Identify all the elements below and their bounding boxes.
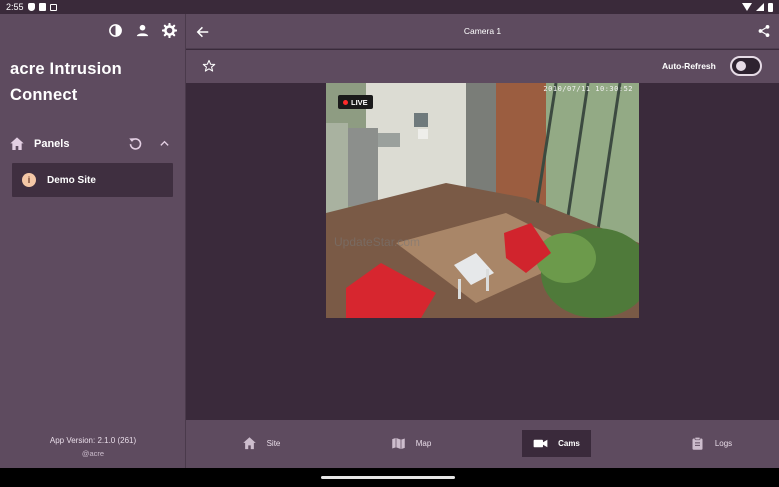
- refresh-icon[interactable]: [128, 136, 143, 151]
- camera-timestamp: 2010/07/11 10:30:52: [543, 85, 633, 93]
- home-gesture-handle[interactable]: [321, 476, 455, 479]
- share-icon[interactable]: [757, 24, 771, 38]
- status-bar: 2:55: [0, 0, 779, 14]
- nav-map[interactable]: Map: [376, 430, 446, 457]
- map-icon: [391, 437, 405, 450]
- favorite-star-icon[interactable]: [202, 59, 216, 73]
- videocam-icon: [533, 439, 548, 448]
- wifi-icon: [742, 3, 752, 11]
- site-item-label: Demo Site: [47, 174, 96, 186]
- app-handle: @acre: [81, 449, 105, 458]
- site-item-demo-site[interactable]: i Demo Site: [12, 163, 173, 197]
- nav-label: Map: [415, 439, 432, 448]
- camera-feed-image: [326, 83, 639, 318]
- toggle-knob: [736, 61, 746, 71]
- image-watermark: UpdateStar.com: [334, 235, 421, 249]
- home-icon: [242, 437, 256, 450]
- camera-toolbar: Auto-Refresh: [186, 50, 779, 83]
- settings-gear-icon[interactable]: [162, 23, 177, 38]
- nav-label: Logs: [714, 439, 733, 448]
- panels-label: Panels: [34, 138, 70, 150]
- clipboard-icon: [692, 436, 703, 450]
- app-version: App Version: 2.1.0 (261): [49, 436, 137, 445]
- page-title: Camera 1: [463, 26, 502, 36]
- home-icon: [10, 137, 24, 150]
- nav-label: Cams: [558, 439, 580, 448]
- status-time: 2:55: [6, 2, 24, 12]
- screen: 2:55 acre Intrusion Connect Panels i Dem…: [0, 0, 779, 487]
- main-content: Camera 1 Auto-Refresh 2010/07/11 10:30:5…: [186, 14, 779, 468]
- sim-status-icon: [38, 3, 46, 11]
- sidebar-actions: [108, 23, 177, 38]
- account-icon[interactable]: [135, 23, 150, 38]
- info-icon: i: [22, 173, 36, 187]
- signal-icon: [756, 3, 764, 11]
- battery-icon: [768, 2, 773, 12]
- panels-header[interactable]: Panels: [9, 134, 177, 154]
- live-dot-icon: [343, 99, 348, 105]
- system-navigation-bar: [0, 468, 779, 487]
- chevron-up-icon[interactable]: [159, 138, 170, 149]
- video-area: 2010/07/11 10:30:52 LIVE UpdateStar.com: [186, 83, 779, 420]
- shield-status-icon: [27, 3, 35, 11]
- notification-status-icon: [49, 3, 57, 11]
- camera-feed[interactable]: 2010/07/11 10:30:52 LIVE UpdateStar.com: [326, 83, 639, 318]
- nav-logs[interactable]: Logs: [676, 430, 746, 457]
- auto-refresh-toggle[interactable]: [730, 56, 762, 76]
- auto-refresh-label: Auto-Refresh: [662, 61, 716, 71]
- nav-site[interactable]: Site: [226, 430, 296, 457]
- live-badge: LIVE: [338, 95, 373, 109]
- sidebar: acre Intrusion Connect Panels i Demo Sit…: [0, 14, 186, 468]
- top-app-bar: Camera 1: [186, 14, 779, 49]
- theme-contrast-icon[interactable]: [108, 23, 123, 38]
- nav-label: Site: [266, 439, 281, 448]
- bottom-navigation: Site Map Cams Logs: [186, 420, 779, 468]
- live-label: LIVE: [351, 97, 368, 107]
- nav-cams[interactable]: Cams: [522, 430, 591, 457]
- app-title: acre Intrusion Connect: [10, 60, 122, 104]
